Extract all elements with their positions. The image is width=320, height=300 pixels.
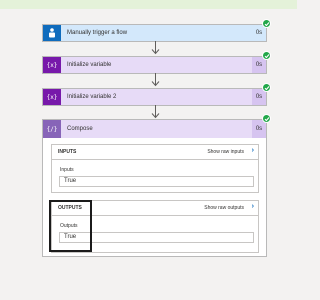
- highlight-box: [49, 200, 92, 252]
- inputs-section: INPUTS Show raw inputs › Inputs True: [51, 144, 259, 193]
- show-raw-inputs-label: Show raw inputs: [207, 149, 244, 155]
- variable-icon: {x}: [46, 93, 58, 101]
- success-check-icon: [262, 19, 271, 28]
- inputs-header: INPUTS: [58, 149, 77, 155]
- compose-title: Compose: [67, 126, 93, 132]
- connector-arrow-icon: [151, 105, 160, 119]
- show-raw-outputs-label: Show raw outputs: [204, 205, 244, 211]
- success-check-icon: [262, 51, 271, 60]
- connector-arrow-icon: [151, 41, 160, 55]
- inputs-field-value[interactable]: True: [59, 176, 254, 187]
- step-initialize-variable-2[interactable]: {x} Initialize variable 2 0s: [42, 88, 267, 106]
- connector-arrow-icon: [151, 73, 160, 87]
- chevron-right-icon[interactable]: ›: [252, 147, 254, 154]
- step-manually-trigger[interactable]: Manually trigger a flow 0s: [42, 24, 267, 42]
- compose-header[interactable]: {/} Compose 0s: [43, 120, 266, 138]
- top-banner: [0, 0, 297, 9]
- step-title: Initialize variable: [67, 62, 112, 68]
- trigger-icon-box: [43, 25, 61, 41]
- show-raw-inputs-link[interactable]: Show raw inputs: [207, 149, 244, 155]
- compose-icon-box: {/}: [43, 120, 61, 138]
- inputs-divider: [52, 159, 258, 160]
- inputs-field-label: Inputs: [60, 167, 74, 173]
- variable-icon-box: {x}: [43, 89, 61, 105]
- step-title: Manually trigger a flow: [67, 30, 128, 36]
- show-raw-outputs-link[interactable]: Show raw outputs: [204, 205, 244, 211]
- hand-pointer-icon: [49, 28, 55, 38]
- success-check-icon: [262, 83, 271, 92]
- compose-card: {/} Compose 0s INPUTS Show raw inputs › …: [42, 119, 267, 257]
- step-title: Initialize variable 2: [67, 94, 117, 100]
- success-check-icon: [262, 114, 271, 123]
- variable-icon: {x}: [46, 61, 58, 69]
- compose-icon: {/}: [46, 125, 58, 133]
- chevron-right-icon[interactable]: ›: [252, 203, 254, 210]
- variable-icon-box: {x}: [43, 57, 61, 73]
- step-initialize-variable[interactable]: {x} Initialize variable 0s: [42, 56, 267, 74]
